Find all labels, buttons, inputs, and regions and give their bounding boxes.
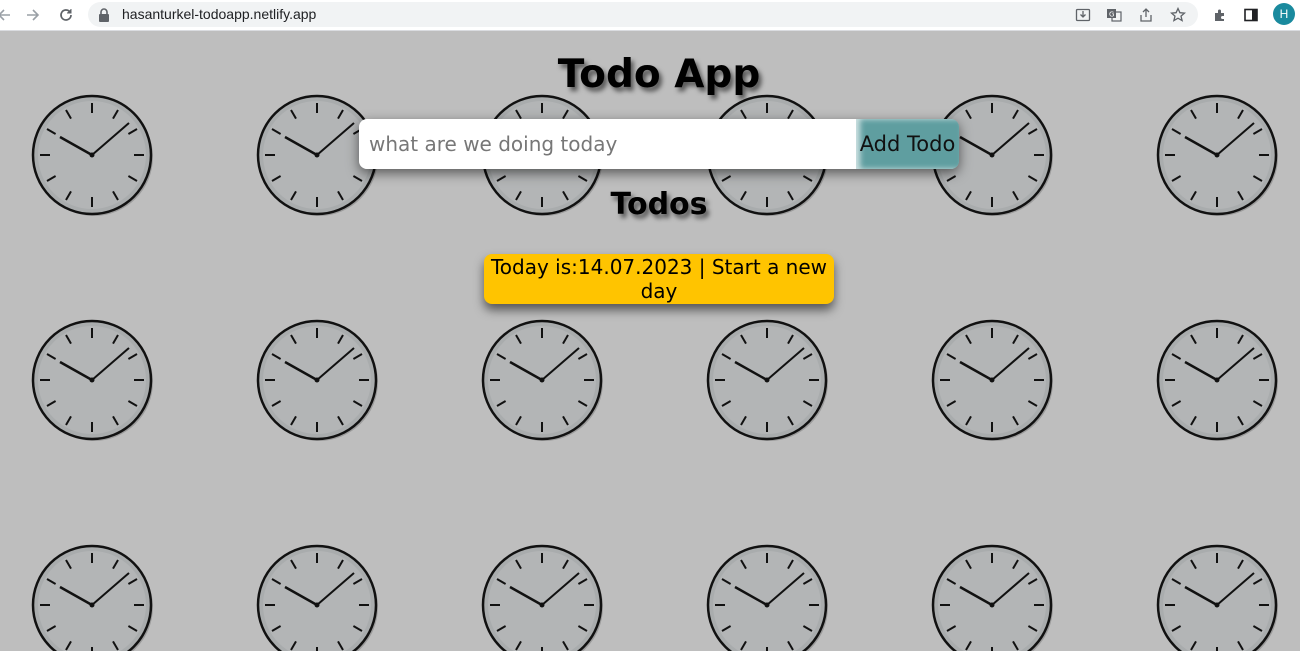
extensions-icon[interactable] xyxy=(1210,5,1230,25)
clock-icon xyxy=(930,543,1054,651)
app-title: Todo App xyxy=(557,52,761,97)
reload-icon[interactable] xyxy=(56,5,76,25)
clock-icon xyxy=(705,543,829,651)
url-text[interactable]: hasanturkel-todoapp.netlify.app xyxy=(122,6,316,22)
clock-icon xyxy=(255,318,379,442)
add-todo-button[interactable]: Add Todo xyxy=(856,119,959,169)
todos-heading: Todos xyxy=(610,187,708,222)
clock-icon xyxy=(30,543,154,651)
clock-icon xyxy=(1155,318,1279,442)
side-panel-icon[interactable] xyxy=(1241,5,1261,25)
profile-avatar[interactable]: H xyxy=(1273,3,1295,25)
page-viewport: Todo App Add Todo Todos Today is:14.07.2… xyxy=(0,32,1300,651)
clock-icon xyxy=(930,318,1054,442)
back-icon[interactable] xyxy=(0,5,14,25)
address-bar[interactable]: hasanturkel-todoapp.netlify.app G xyxy=(88,2,1198,27)
date-card: Today is:14.07.2023 | Start a new day xyxy=(484,254,834,304)
bookmark-star-icon[interactable] xyxy=(1169,6,1187,24)
clock-icon xyxy=(1155,543,1279,651)
lock-icon[interactable] xyxy=(98,7,110,26)
todo-input[interactable] xyxy=(359,119,856,169)
browser-toolbar: hasanturkel-todoapp.netlify.app G H xyxy=(0,0,1300,31)
share-icon[interactable] xyxy=(1137,6,1155,24)
todo-form: Add Todo xyxy=(359,119,959,169)
clock-icon xyxy=(705,318,829,442)
svg-text:G: G xyxy=(1109,11,1114,19)
clock-icon xyxy=(30,318,154,442)
forward-icon[interactable] xyxy=(23,5,43,25)
install-icon[interactable] xyxy=(1074,6,1092,24)
clock-icon xyxy=(480,543,604,651)
translate-icon[interactable]: G xyxy=(1105,6,1123,24)
clock-icon xyxy=(480,318,604,442)
clock-icon xyxy=(255,543,379,651)
